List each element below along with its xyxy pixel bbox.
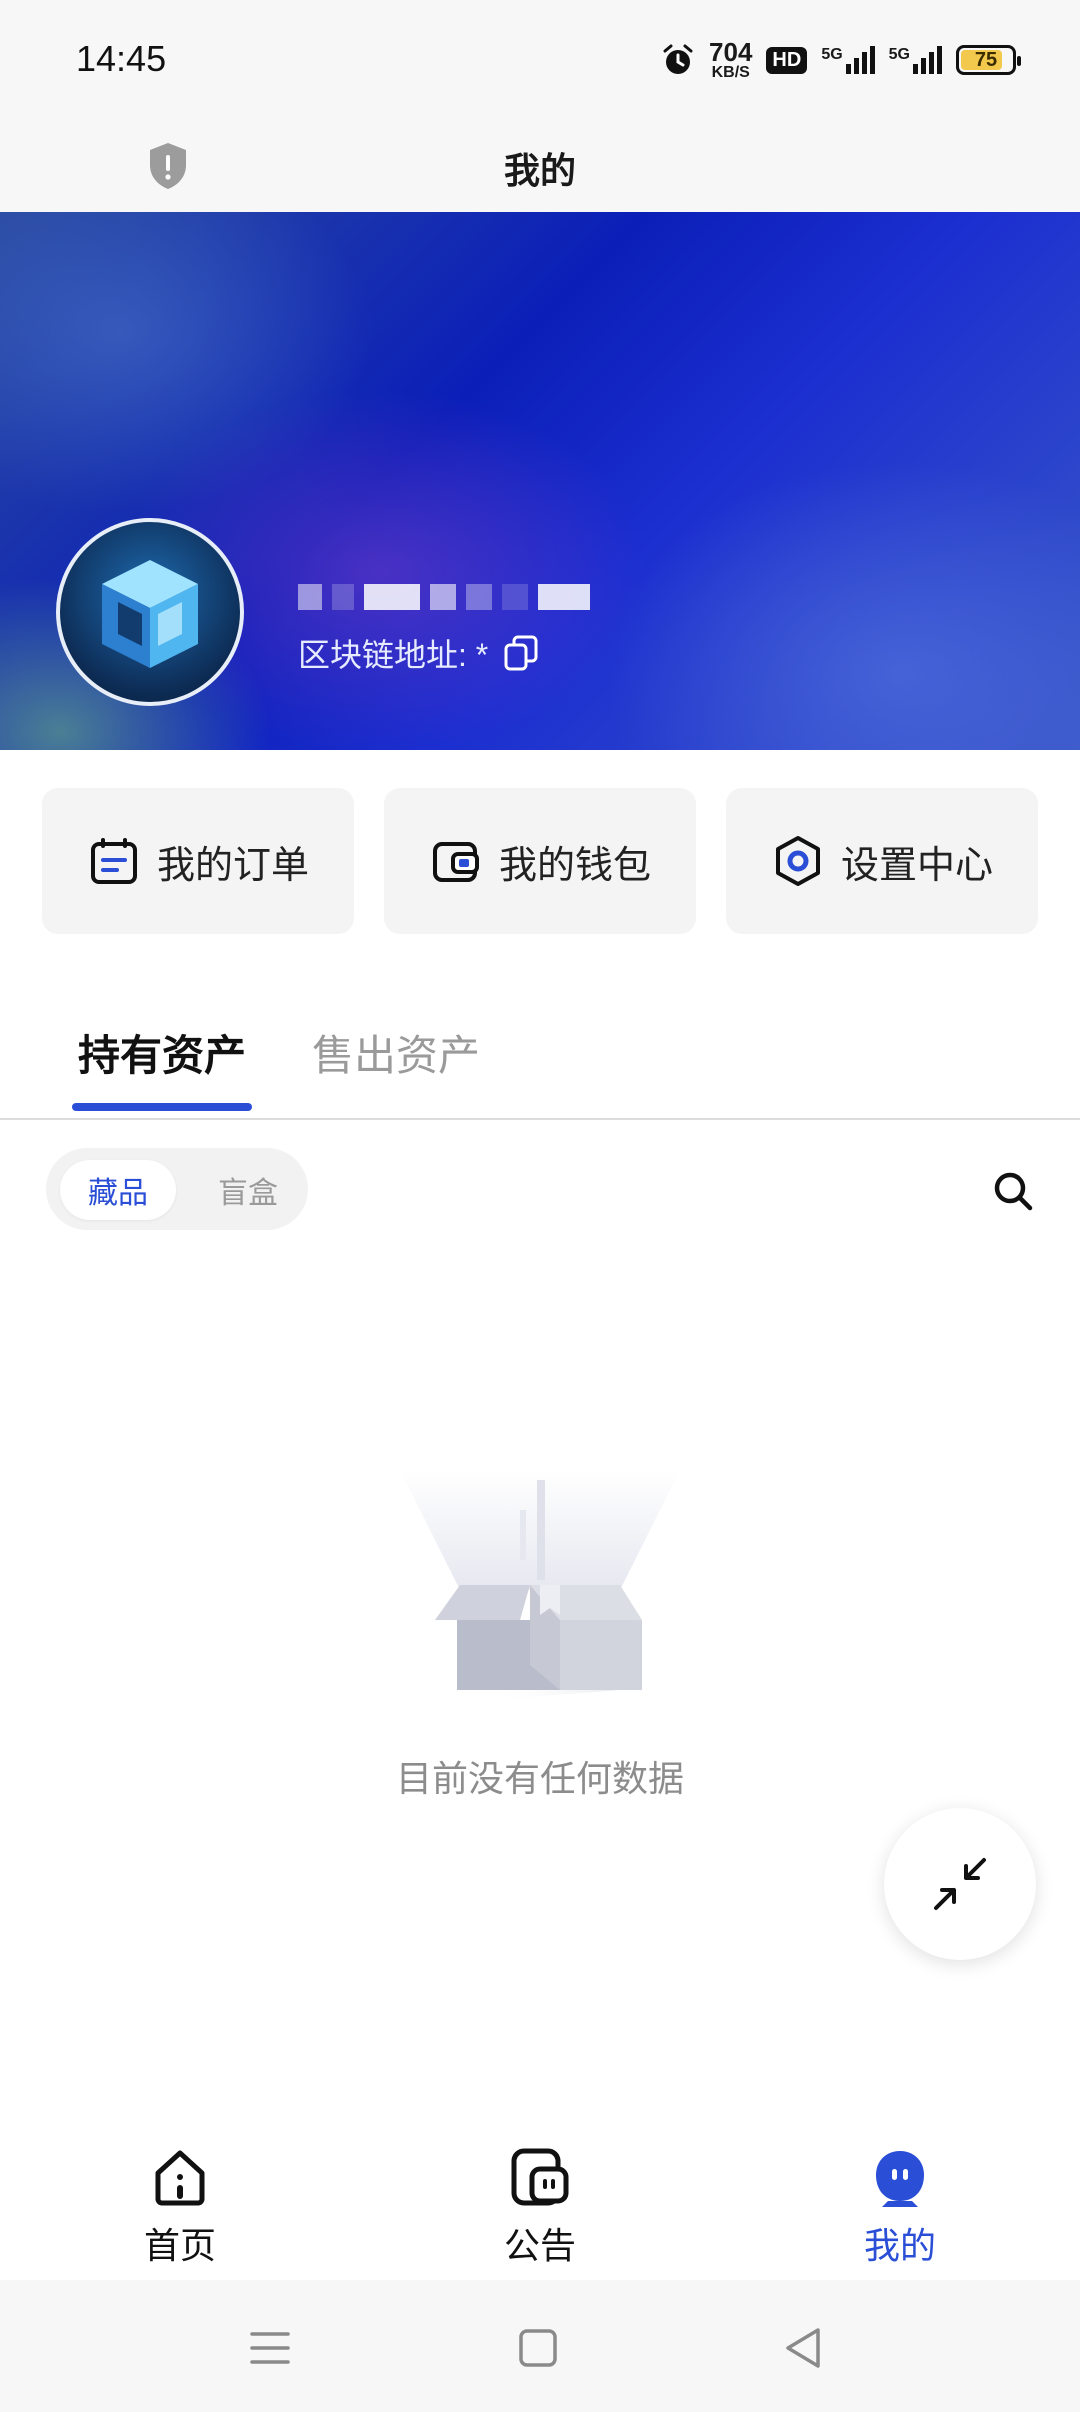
tab-divider	[0, 1118, 1080, 1120]
wallet-icon	[432, 842, 479, 882]
status-icons: 704 KB/S HD 5G 5G 75	[661, 36, 1021, 84]
copy-icon[interactable]	[502, 633, 542, 673]
my-orders-button[interactable]: 我的订单	[42, 788, 354, 934]
settings-center-button[interactable]: 设置中心	[726, 788, 1038, 934]
avatar[interactable]	[56, 518, 244, 706]
nav-announcement[interactable]: 公告	[420, 2145, 660, 2269]
empty-state-text: 目前没有任何数据	[395, 1758, 684, 1799]
tab-indicator	[72, 1103, 252, 1111]
search-icon[interactable]	[992, 1170, 1034, 1212]
profile-icon	[876, 2151, 924, 2207]
my-wallet-button[interactable]: 我的钱包	[384, 788, 696, 934]
chain-address-label: 区块链地址: *	[298, 637, 489, 673]
chain-address: 区块链地址: *	[298, 630, 542, 676]
signal-5g-1: 5G	[821, 46, 875, 74]
announcement-icon	[511, 2148, 569, 2206]
collapse-arrows-icon	[934, 1858, 986, 1910]
home-square-icon[interactable]	[508, 2318, 568, 2378]
home-icon	[155, 2150, 205, 2206]
battery-icon: 75	[956, 45, 1021, 75]
menu-icon[interactable]	[240, 2318, 300, 2378]
signal-5g-2: 5G	[889, 46, 942, 74]
net-speed: 704 KB/S	[709, 37, 753, 81]
segment-collectibles[interactable]: 藏品	[60, 1160, 176, 1220]
calendar-icon	[90, 838, 137, 884]
segment-blind-box[interactable]: 盲盒	[190, 1160, 306, 1220]
status-time: 14:45	[76, 38, 167, 79]
tab-sold-assets[interactable]: 售出资产	[312, 1022, 480, 1083]
alarm-icon	[663, 44, 693, 74]
collapse-fab[interactable]	[884, 1808, 1036, 1960]
settings-icon	[775, 836, 820, 886]
back-icon[interactable]	[774, 2318, 834, 2378]
cube-logo-icon	[102, 560, 198, 668]
tab-held-assets[interactable]: 持有资产	[78, 1022, 246, 1083]
empty-box-illustration	[400, 1470, 680, 1700]
page-title: 我的	[503, 150, 576, 191]
hd-badge: HD	[766, 46, 808, 74]
nav-profile[interactable]: 我的	[780, 2145, 1020, 2269]
username-masked	[298, 580, 590, 614]
nav-home[interactable]: 首页	[60, 2145, 300, 2269]
